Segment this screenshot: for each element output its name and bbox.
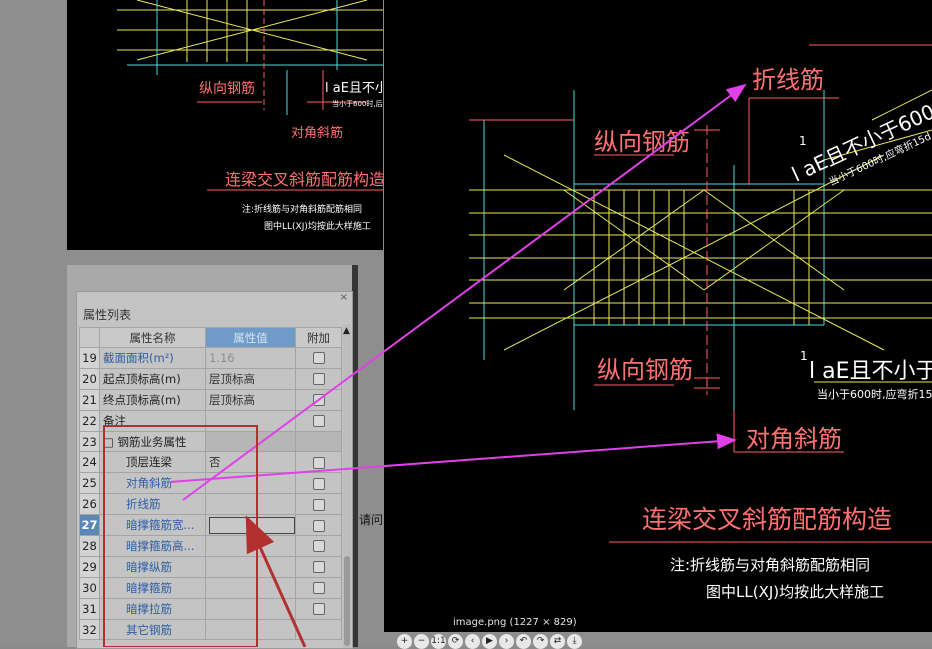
highlight-box	[103, 425, 258, 647]
annotation-overlay	[103, 83, 747, 647]
arrow-to-edit-cell	[245, 515, 307, 647]
arrow-to-bent-bar	[182, 83, 747, 501]
